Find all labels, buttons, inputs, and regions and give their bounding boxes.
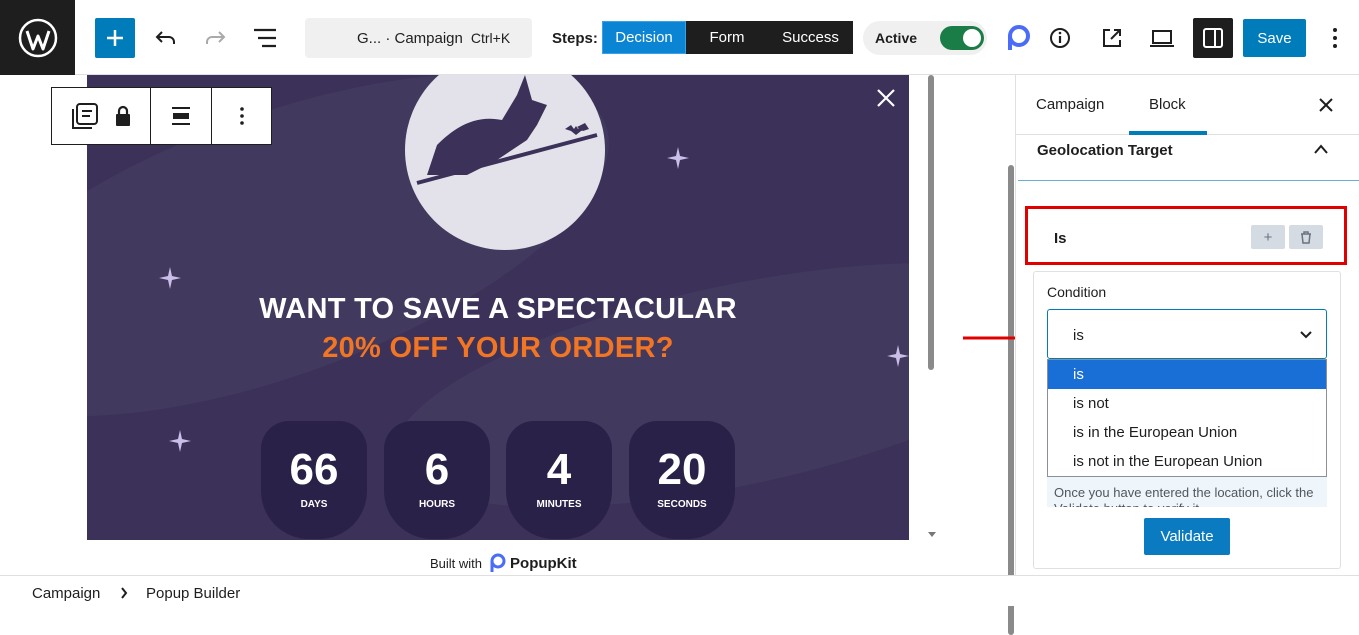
countdown-value: 66 [289,445,339,494]
built-with-text: Built with [430,555,483,571]
settings-sidebar: Campaign Block Geolocation Target Is + C… [1015,75,1359,575]
tab-campaign[interactable]: Campaign [1036,96,1104,113]
scroll-down-icon[interactable] [927,531,937,539]
sparkle-icon [169,430,191,452]
external-link-icon[interactable] [1094,20,1130,56]
rule-header[interactable]: Is + [1025,206,1347,265]
editor-top-bar: G... · Campaign Ctrl+K Steps: Decision F… [0,0,1359,75]
block-more-options-icon[interactable] [212,88,271,144]
breadcrumb: Campaign Popup Builder [0,575,1359,606]
breadcrumb-campaign[interactable]: Campaign [32,585,100,602]
popupkit-logo-icon[interactable] [1000,20,1036,56]
sparkle-icon [667,147,689,169]
countdown-unit: SECONDS [657,499,707,510]
active-tab-indicator [1129,131,1207,135]
trash-icon[interactable] [1289,225,1323,249]
steps-label: Steps: [552,30,598,47]
align-icon[interactable] [151,88,212,144]
condition-option[interactable]: is in the European Union [1048,418,1326,447]
canvas-scrollbar[interactable] [928,75,934,370]
more-options-icon[interactable] [1320,20,1350,56]
document-overview-icon[interactable] [247,20,283,56]
active-toggle[interactable] [940,26,984,50]
step-form[interactable]: Form [686,21,768,54]
countdown-unit: MINUTES [536,499,582,510]
condition-dropdown: is is not is in the European Union is no… [1047,359,1327,477]
built-with-credit[interactable]: Built with PopupKit [430,553,577,573]
countdown-value: 20 [657,445,707,494]
validate-help-text: Once you have entered the location, clic… [1047,477,1327,507]
rule-label: Is [1054,230,1067,247]
chevron-down-icon [1300,331,1312,339]
editor-canvas: WANT TO SAVE A SPECTACULAR 20% OFF YOUR … [0,75,1014,635]
popup-close-icon[interactable] [875,87,897,109]
countdown-hours: 6 HOURS [384,421,490,539]
condition-selected-value: is [1073,327,1084,344]
popup-offer-text: 20% OFF YOUR ORDER? [322,332,674,364]
countdown-unit: HOURS [418,499,456,510]
sidebar-tabs: Campaign Block [1016,75,1359,135]
condition-label: Condition [1047,284,1107,300]
add-block-button[interactable] [95,18,135,58]
command-shortcut: Ctrl+K [470,30,511,46]
popupkit-mark-icon [490,553,506,572]
command-title: G... · Campaign [357,29,463,47]
command-palette-button[interactable]: G... · Campaign Ctrl+K [305,18,532,58]
step-success[interactable]: Success [768,21,853,54]
brand-name: PopupKit [510,554,577,572]
witch-silhouette-icon [416,75,598,185]
active-toggle-group: Active [863,21,987,55]
chevron-right-icon [121,587,128,599]
sparkle-icon [159,267,181,289]
preview-device-icon[interactable] [1144,20,1180,56]
info-icon[interactable] [1042,20,1078,56]
countdown-value: 4 [546,445,572,494]
countdown-value: 6 [424,445,450,494]
countdown-days: 66 DAYS [261,421,367,539]
editor-scrollbar[interactable] [1008,165,1014,635]
panel-title[interactable]: Geolocation Target [1037,142,1173,159]
breadcrumb-popup-builder[interactable]: Popup Builder [146,585,240,602]
step-decision[interactable]: Decision [602,21,686,54]
tab-block[interactable]: Block [1149,96,1186,113]
condition-option[interactable]: is [1048,360,1326,389]
condition-card: Condition is Once you have entered the l… [1033,271,1341,569]
validate-button[interactable]: Validate [1144,518,1230,555]
add-rule-icon[interactable]: + [1251,225,1285,249]
popup-headline: WANT TO SAVE A SPECTACULAR [259,293,737,325]
settings-sidebar-icon[interactable] [1193,18,1233,58]
countdown-minutes: 4 MINUTES [506,421,612,539]
steps-switcher: Decision Form Success [602,21,853,54]
countdown-unit: DAYS [300,499,328,510]
bat-icon [565,125,587,135]
block-toolbar [51,87,272,145]
condition-option[interactable]: is not in the European Union [1048,447,1326,476]
countdown-seconds: 20 SECONDS [629,421,735,539]
save-button[interactable]: Save [1243,19,1306,57]
active-label: Active [875,30,918,46]
condition-select[interactable]: is [1047,309,1327,359]
undo-icon[interactable] [148,20,184,56]
lock-icon[interactable] [114,105,132,127]
redo-icon[interactable] [197,20,233,56]
wordpress-logo-icon[interactable] [0,0,75,75]
chevron-up-icon[interactable] [1313,143,1329,155]
block-type-group [52,88,151,144]
panel-divider [1018,180,1359,181]
close-sidebar-icon[interactable] [1318,97,1334,113]
block-type-icon[interactable] [70,102,100,130]
condition-option[interactable]: is not [1048,389,1326,418]
